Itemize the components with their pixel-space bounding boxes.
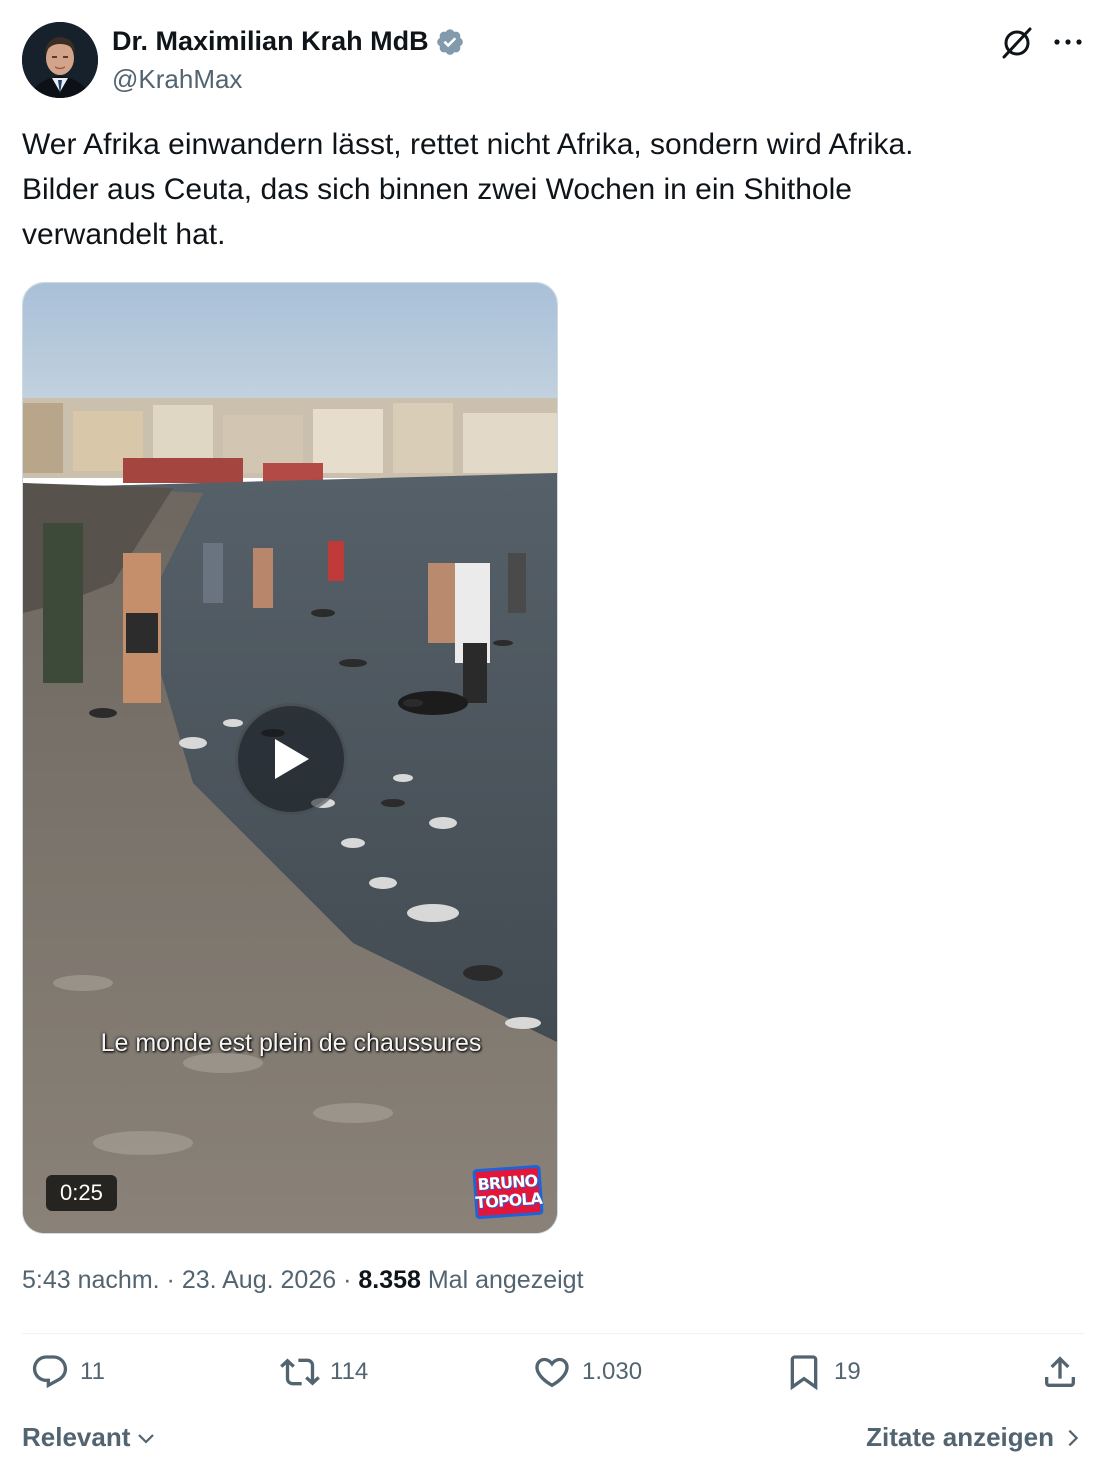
video-duration-badge: 0:25	[46, 1175, 117, 1211]
repost-count: 114	[330, 1358, 369, 1385]
meta-separator: ·	[159, 1266, 182, 1294]
tweet-time[interactable]: 5:43 nachm.	[22, 1266, 160, 1294]
replies-footer: Relevant Zitate anzeigen	[22, 1420, 1084, 1460]
bookmark-button[interactable]: 19	[784, 1352, 861, 1392]
chevron-down-icon	[138, 1433, 155, 1444]
reply-button[interactable]: 11	[30, 1352, 105, 1392]
author-handle[interactable]: @KrahMax	[112, 64, 242, 95]
repost-button[interactable]: 114	[280, 1352, 368, 1392]
bookmark-icon	[790, 1355, 818, 1391]
bookmark-count: 19	[834, 1358, 861, 1385]
tweet-text: Wer Afrika einwandern lässt, rettet nich…	[22, 122, 1082, 257]
like-button[interactable]: 1.030	[532, 1352, 642, 1392]
author-avatar[interactable]	[22, 22, 98, 98]
meta-separator: ·	[336, 1266, 359, 1294]
views-label: Mal angezeigt	[427, 1266, 584, 1294]
tweet-text-line: Bilder aus Ceuta, das sich binnen zwei W…	[22, 173, 852, 206]
sort-label: Relevant	[22, 1422, 131, 1452]
action-bar: 11 114 1.030 19	[22, 1352, 1084, 1406]
reply-count: 11	[80, 1358, 105, 1385]
divider	[22, 1333, 1084, 1334]
like-count: 1.030	[582, 1358, 643, 1385]
quotes-label: Zitate anzeigen	[866, 1422, 1054, 1452]
play-button[interactable]	[235, 703, 347, 815]
share-icon	[1045, 1356, 1075, 1387]
chevron-right-icon	[1068, 1429, 1079, 1446]
tweet-text-line: verwandelt hat.	[22, 218, 226, 251]
avatar-portrait	[22, 22, 98, 98]
repost-icon	[280, 1358, 320, 1386]
reply-icon	[32, 1355, 68, 1389]
grok-icon[interactable]	[1000, 26, 1034, 60]
name-row: Dr. Maximilian Krah MdB	[112, 26, 465, 57]
heart-icon	[535, 1357, 569, 1388]
watermark-logo: BRUNO TOPOLA	[472, 1164, 544, 1220]
play-icon	[275, 739, 309, 779]
share-button[interactable]	[1040, 1352, 1080, 1392]
views-count: 8.358	[358, 1266, 421, 1294]
tweet-header: Dr. Maximilian Krah MdB @KrahMax	[22, 22, 1084, 98]
verified-badge-icon[interactable]	[435, 27, 465, 57]
more-options-icon[interactable]	[1052, 28, 1084, 56]
tweet-text-line: Wer Afrika einwandern lässt, rettet nich…	[22, 128, 914, 161]
video-subtitle: Le monde est plein de chaussures	[100, 1029, 482, 1057]
tweet-date[interactable]: 23. Aug. 2026	[182, 1266, 336, 1294]
author-display-name[interactable]: Dr. Maximilian Krah MdB	[112, 26, 429, 57]
tweet-meta: 5:43 nachm. · 23. Aug. 2026 · 8.358 Mal …	[22, 1266, 584, 1295]
view-quotes-link[interactable]: Zitate anzeigen	[866, 1422, 1084, 1453]
sort-dropdown[interactable]: Relevant	[22, 1422, 158, 1453]
video-player[interactable]: Le monde est plein de chaussures 0:25 BR…	[22, 282, 558, 1234]
watermark-line: TOPOLA	[474, 1188, 543, 1213]
